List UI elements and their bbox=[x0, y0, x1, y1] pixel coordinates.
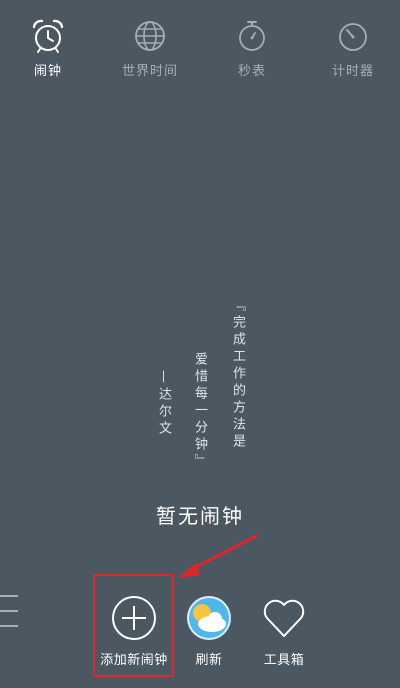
stopwatch-icon bbox=[239, 21, 265, 51]
tab-alarm[interactable]: 闹钟 bbox=[3, 16, 93, 79]
toolbox-label: 工具箱 bbox=[263, 653, 305, 668]
quote-line-2: 爱惜每一分钟』 bbox=[192, 352, 207, 471]
tab-stopwatch[interactable]: 秒表 bbox=[207, 16, 297, 79]
tab-alarm-label: 闹钟 bbox=[33, 64, 62, 79]
weather-refresh-icon bbox=[187, 596, 231, 640]
empty-state-text: 暂无闹钟 bbox=[156, 504, 244, 528]
alarm-clock-icon bbox=[32, 19, 64, 53]
alarm-clock-screen: 闹钟 世界时间 秒表 计时器 『完成工作的方法是 爱惜每一分钟』 —达尔文 暂无… bbox=[0, 0, 400, 688]
tab-stopwatch-label: 秒表 bbox=[237, 64, 266, 79]
tab-world-time[interactable]: 世界时间 bbox=[105, 16, 195, 79]
top-tab-bar: 闹钟 世界时间 秒表 计时器 bbox=[0, 0, 400, 90]
tab-world-time-label: 世界时间 bbox=[121, 64, 178, 79]
quote-line-1: 『完成工作的方法是 bbox=[230, 298, 245, 451]
heart-icon bbox=[263, 599, 305, 637]
globe-icon bbox=[135, 21, 165, 51]
tab-timer[interactable]: 计时器 bbox=[308, 16, 398, 79]
quote-author: —达尔文 bbox=[156, 370, 171, 438]
add-circle-icon bbox=[112, 596, 156, 640]
tab-timer-label: 计时器 bbox=[331, 64, 374, 79]
annotation-arrow-icon bbox=[178, 534, 258, 578]
drawer-handle-icon[interactable] bbox=[0, 592, 20, 632]
toolbox-button[interactable]: 工具箱 bbox=[239, 594, 329, 668]
timer-icon bbox=[339, 23, 367, 51]
